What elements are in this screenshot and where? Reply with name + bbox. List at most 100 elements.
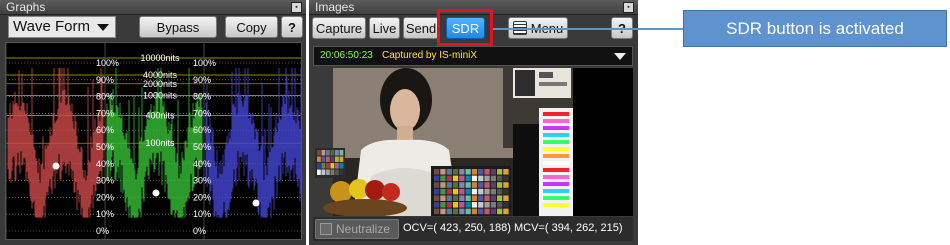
chart-stripe bbox=[543, 203, 569, 207]
checker-patch bbox=[478, 182, 484, 188]
checker-patch bbox=[465, 202, 471, 208]
checker-patch bbox=[321, 150, 326, 156]
checker-patch bbox=[484, 195, 490, 201]
checker-patch bbox=[459, 208, 465, 215]
chart-stripe bbox=[543, 126, 569, 130]
scale-label-left: 60% bbox=[96, 125, 114, 135]
pin-icon[interactable]: ▪ bbox=[623, 2, 634, 13]
checker-patch bbox=[434, 208, 440, 215]
checker-patch bbox=[484, 175, 490, 182]
checker-patch bbox=[440, 169, 446, 175]
checker-patch bbox=[465, 188, 471, 195]
checker-patch bbox=[317, 150, 321, 156]
checker-patch bbox=[471, 188, 478, 195]
checker-patch bbox=[459, 182, 465, 188]
checker-patch bbox=[478, 202, 484, 208]
checker-patch bbox=[440, 175, 446, 182]
checker-patch bbox=[446, 195, 452, 201]
chevron-down-icon bbox=[97, 24, 109, 31]
scale-label-left: 0% bbox=[96, 226, 109, 236]
checker-patch bbox=[326, 169, 330, 175]
checker-patch bbox=[490, 202, 496, 208]
checker-patch bbox=[478, 208, 484, 215]
scale-label-mid: 100% bbox=[193, 58, 216, 68]
chart-stripe bbox=[543, 175, 569, 179]
checker-patch bbox=[465, 169, 471, 175]
bypass-button[interactable]: Bypass bbox=[139, 16, 217, 38]
neutralize-label: Neutralize bbox=[336, 222, 391, 236]
send-button[interactable]: Send bbox=[403, 17, 439, 39]
ocv-mcv-readout: OCV=( 423, 250, 188) MCV=( 394, 262, 215… bbox=[403, 222, 623, 234]
checker-patch bbox=[330, 150, 335, 156]
checker-patch bbox=[330, 156, 335, 162]
live-button[interactable]: Live bbox=[369, 17, 400, 39]
waveform-scope: 100% 90% 80% 70% 60% 50% 40% 30% 20% 10% 0% 100% 90%… bbox=[5, 42, 302, 240]
graphs-help-button[interactable]: ? bbox=[281, 16, 303, 38]
checker-patch bbox=[503, 202, 509, 208]
graphs-title-bar: Graphs ▪ bbox=[0, 0, 306, 15]
nits-label: 2000nits bbox=[143, 79, 178, 89]
scale-label-left: 80% bbox=[96, 92, 114, 102]
checker-patch bbox=[497, 195, 503, 201]
callout-box: SDR button is activated bbox=[683, 10, 947, 47]
checker-patch bbox=[484, 202, 490, 208]
neutralize-button[interactable]: Neutralize bbox=[315, 219, 399, 239]
scale-label-left: 50% bbox=[96, 142, 114, 152]
waveform-graph: 100% 90% 80% 70% 60% 50% 40% 30% 20% 10% 0% 100% 90%… bbox=[6, 43, 301, 239]
checker-patch bbox=[317, 156, 321, 162]
chevron-down-icon[interactable] bbox=[614, 53, 626, 60]
checker-patch bbox=[459, 202, 465, 208]
checker-patch bbox=[484, 208, 490, 215]
checker-patch bbox=[446, 188, 452, 195]
checker-patch bbox=[478, 175, 484, 182]
sdr-highlight-box bbox=[437, 9, 493, 46]
chart-stripe bbox=[543, 182, 569, 186]
checker-patch bbox=[446, 175, 452, 182]
captured-image-graphic bbox=[313, 68, 573, 216]
checker-patch bbox=[446, 169, 452, 175]
checker-patch bbox=[459, 195, 465, 201]
checker-patch bbox=[503, 169, 509, 175]
scale-label-mid: 80% bbox=[193, 92, 211, 102]
checker-patch bbox=[465, 208, 471, 215]
checker-patch bbox=[440, 188, 446, 195]
checker-patch bbox=[490, 188, 496, 195]
checker-patch bbox=[459, 175, 465, 182]
checker-patch bbox=[497, 188, 503, 195]
marker-dot bbox=[52, 162, 60, 170]
checker-patch bbox=[321, 169, 326, 175]
checker-patch bbox=[452, 188, 459, 195]
capture-button[interactable]: Capture bbox=[312, 17, 366, 39]
nits-label: 10000nits bbox=[140, 53, 180, 63]
scale-label-mid: 60% bbox=[193, 125, 211, 135]
checker-patch bbox=[471, 195, 478, 201]
pin-icon[interactable]: ▪ bbox=[291, 2, 302, 13]
checker-patch bbox=[452, 195, 459, 201]
scale-label-left: 30% bbox=[96, 176, 114, 186]
checker-patch bbox=[339, 150, 344, 156]
checker-patch bbox=[335, 156, 339, 162]
scale-label-left: 20% bbox=[96, 192, 114, 202]
scale-label-mid: 40% bbox=[193, 159, 211, 169]
checker-patch bbox=[434, 195, 440, 201]
checker-patch bbox=[452, 208, 459, 215]
scale-label-left: 100% bbox=[96, 58, 119, 68]
checker-patch bbox=[484, 188, 490, 195]
copy-label: Copy bbox=[236, 20, 267, 35]
checker-patch bbox=[490, 195, 496, 201]
checker-patch bbox=[326, 163, 330, 169]
checker-patch bbox=[317, 169, 321, 175]
copy-button[interactable]: Copy bbox=[225, 16, 278, 38]
neutralize-checkbox[interactable] bbox=[320, 223, 332, 235]
scale-label-left: 10% bbox=[96, 209, 114, 219]
checker-patch bbox=[452, 202, 459, 208]
chart-stripe bbox=[543, 168, 569, 172]
waveform-trace bbox=[205, 68, 301, 218]
capture-info-bar[interactable]: 20:06:50:23 Captured by IS-miniX bbox=[313, 46, 633, 66]
marker-dot bbox=[152, 189, 160, 197]
checker-patch bbox=[452, 169, 459, 175]
checker-patch bbox=[434, 202, 440, 208]
waveform-select[interactable]: Wave Form bbox=[8, 16, 116, 38]
checker-patch bbox=[465, 182, 471, 188]
checker-patch bbox=[503, 188, 509, 195]
